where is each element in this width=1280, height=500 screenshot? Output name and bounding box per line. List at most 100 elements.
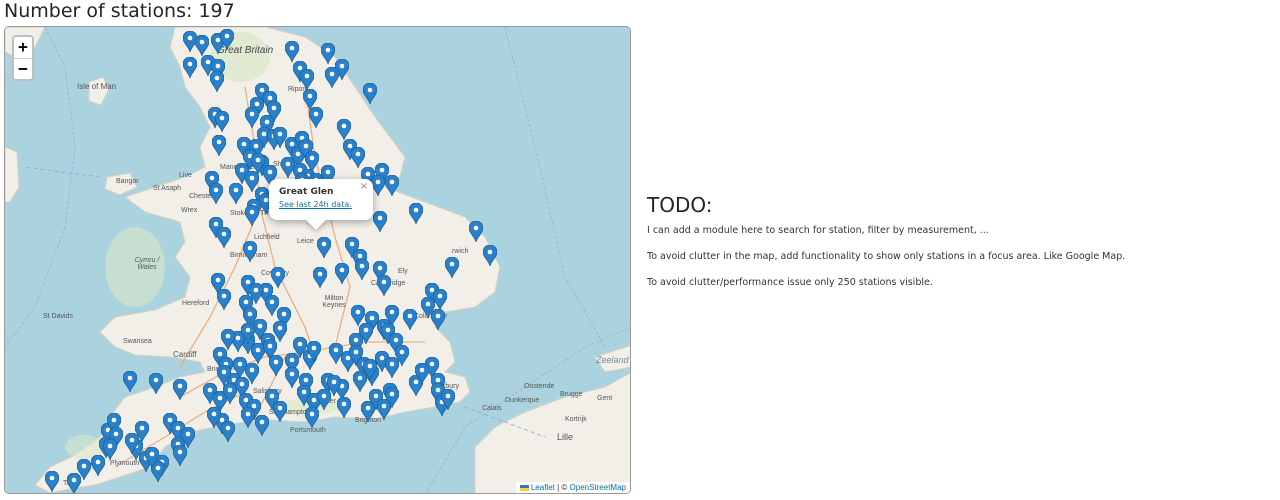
station-marker[interactable]	[67, 473, 81, 493]
zoom-in-button[interactable]: +	[14, 37, 32, 58]
station-marker[interactable]	[469, 221, 483, 243]
station-marker[interactable]	[251, 153, 265, 175]
station-marker[interactable]	[255, 415, 269, 437]
station-marker[interactable]	[273, 127, 287, 149]
station-marker[interactable]	[195, 35, 209, 57]
station-marker[interactable]	[307, 341, 321, 363]
station-marker[interactable]	[209, 183, 223, 205]
map-label-cardiff: Cardiff	[173, 350, 197, 359]
map-label-bangor: Bangor	[116, 178, 139, 185]
ukraine-flag-icon	[519, 484, 529, 491]
station-marker[interactable]	[373, 211, 387, 233]
station-marker[interactable]	[300, 69, 314, 91]
station-marker[interactable]	[149, 373, 163, 395]
station-marker[interactable]	[243, 241, 257, 263]
station-marker[interactable]	[317, 237, 331, 259]
station-marker[interactable]	[327, 375, 341, 397]
map-label-ely: Ely	[398, 268, 408, 275]
map-label-hereford: Hereford	[182, 300, 210, 307]
station-marker[interactable]	[271, 267, 285, 289]
map-label-oostende: Oostende	[524, 383, 555, 390]
station-marker[interactable]	[351, 147, 365, 169]
station-marker[interactable]	[321, 43, 335, 65]
map-label-kortrijk: Kortrijk	[565, 416, 587, 423]
station-marker[interactable]	[125, 433, 139, 455]
station-marker[interactable]	[145, 447, 159, 469]
station-popup: × Great Glen See last 24h data.	[269, 179, 373, 230]
station-marker[interactable]	[183, 57, 197, 79]
station-marker[interactable]	[123, 371, 137, 393]
station-marker[interactable]	[335, 263, 349, 285]
station-marker[interactable]	[285, 41, 299, 63]
station-marker[interactable]	[212, 135, 226, 157]
station-marker[interactable]	[409, 203, 423, 225]
popup-data-link[interactable]: See last 24h data.	[279, 198, 373, 212]
station-marker[interactable]	[221, 329, 235, 351]
map-label-cymru: Cymru / Wales	[134, 257, 160, 271]
openstreetmap-link[interactable]: OpenStreetMap	[570, 483, 626, 492]
station-marker[interactable]	[207, 407, 221, 429]
station-marker[interactable]	[220, 29, 234, 51]
station-marker[interactable]	[431, 309, 445, 331]
map-label-calais: Calais	[482, 405, 502, 412]
station-marker[interactable]	[441, 389, 455, 411]
station-marker[interactable]	[305, 407, 319, 429]
station-marker[interactable]	[385, 387, 399, 409]
station-marker[interactable]	[217, 365, 231, 387]
station-marker[interactable]	[385, 175, 399, 197]
station-marker[interactable]	[215, 111, 229, 133]
leaflet-link[interactable]: Leaflet	[531, 483, 555, 492]
station-marker[interactable]	[415, 363, 429, 385]
zoom-control: + −	[12, 35, 34, 81]
station-marker[interactable]	[385, 357, 399, 379]
station-marker[interactable]	[221, 421, 235, 443]
attribution-separator: | ©	[554, 483, 570, 492]
station-marker[interactable]	[241, 407, 255, 429]
station-marker[interactable]	[433, 289, 447, 311]
map-label-zeeland: Zeeland	[596, 355, 629, 365]
station-marker[interactable]	[359, 323, 373, 345]
station-marker[interactable]	[269, 355, 283, 377]
map-label-norwich: rwich	[452, 248, 469, 255]
map-label-wrexham: Wrex	[181, 207, 198, 214]
map-label-liverpool: Live	[179, 172, 192, 179]
station-marker[interactable]	[371, 175, 385, 197]
map-label-swansea: Swansea	[123, 338, 152, 345]
station-marker[interactable]	[210, 71, 224, 93]
station-marker[interactable]	[245, 107, 259, 129]
station-marker[interactable]	[325, 67, 339, 89]
station-marker[interactable]	[181, 427, 195, 449]
station-marker[interactable]	[363, 359, 377, 381]
map-label-isle-of-man: Isle of Man	[77, 82, 117, 91]
station-marker[interactable]	[377, 275, 391, 297]
station-marker[interactable]	[363, 83, 377, 105]
station-marker[interactable]	[241, 323, 255, 345]
todo-panel: TODO: I can add a module here to search …	[647, 192, 1267, 302]
station-marker[interactable]	[445, 257, 459, 279]
station-marker[interactable]	[313, 267, 327, 289]
map-label-st-asaph: St Asaph	[153, 185, 182, 192]
map[interactable]: Great Britain Isle of Man Bangor St Asap…	[4, 26, 631, 494]
map-attribution: Leaflet | © OpenStreetMap	[515, 482, 630, 493]
map-label-st-davids: St Davids	[43, 313, 73, 320]
map-label-milton-keynes: Milton Keynes	[322, 295, 346, 309]
station-marker[interactable]	[355, 259, 369, 281]
station-marker[interactable]	[229, 183, 243, 205]
station-marker[interactable]	[173, 379, 187, 401]
map-label-gent: Gent	[597, 395, 613, 402]
zoom-out-button[interactable]: −	[14, 58, 32, 79]
station-marker[interactable]	[337, 119, 351, 141]
page-title: Number of stations: 197	[4, 0, 235, 22]
station-marker[interactable]	[309, 107, 323, 129]
map-label-lichfield: Lichfield	[254, 234, 280, 241]
station-marker[interactable]	[217, 227, 231, 249]
station-marker[interactable]	[103, 439, 117, 461]
station-marker[interactable]	[337, 397, 351, 419]
station-marker[interactable]	[483, 245, 497, 267]
station-marker[interactable]	[273, 401, 287, 423]
station-marker[interactable]	[217, 289, 231, 311]
station-marker[interactable]	[245, 205, 259, 227]
station-marker[interactable]	[45, 471, 59, 493]
station-marker[interactable]	[403, 309, 417, 331]
station-marker[interactable]	[245, 363, 259, 385]
